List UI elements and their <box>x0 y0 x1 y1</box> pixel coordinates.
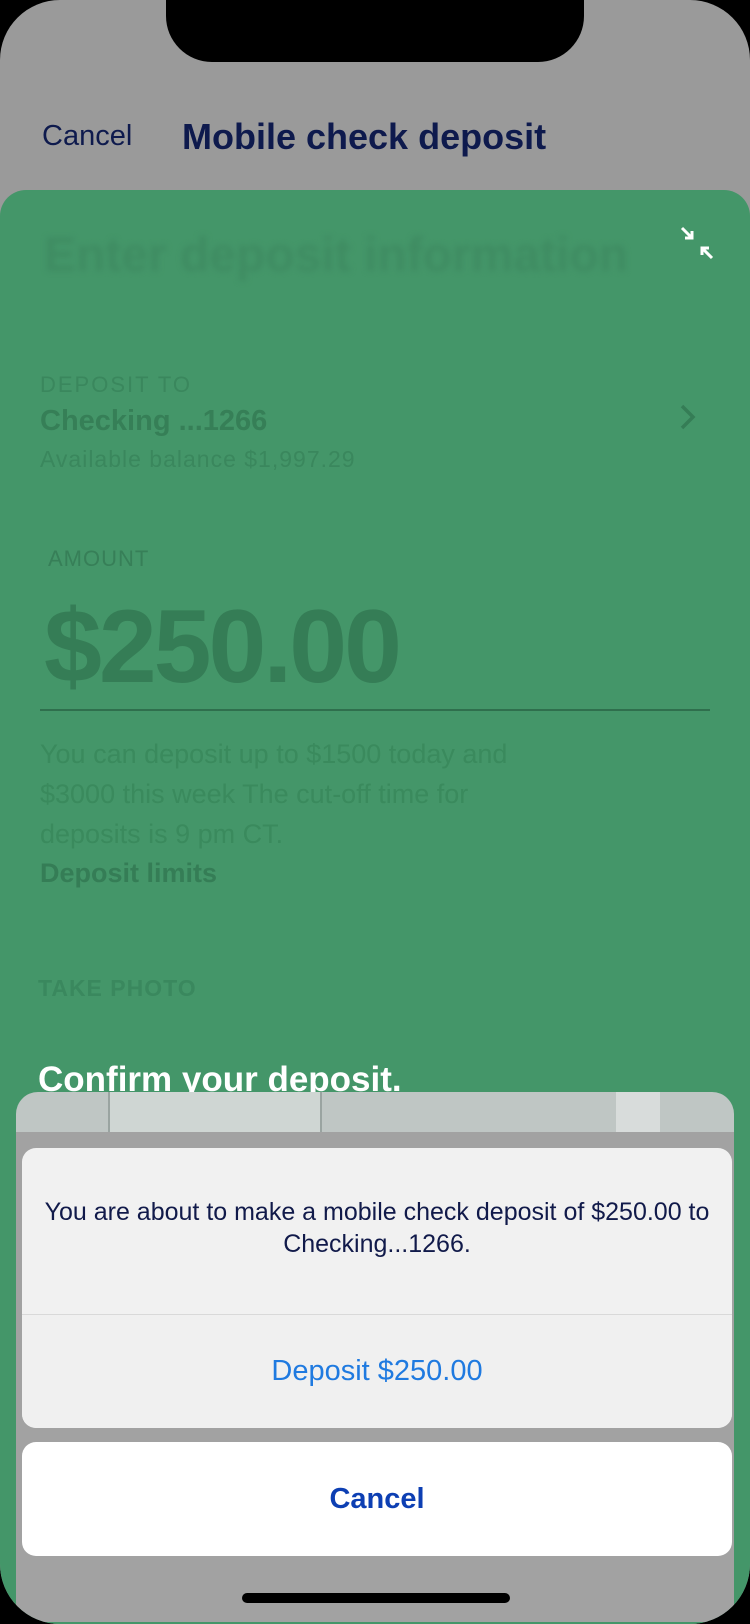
deposit-button[interactable]: Deposit $250.00 <box>22 1315 732 1428</box>
home-indicator <box>242 1593 510 1603</box>
alert-message: You are about to make a mobile check dep… <box>44 1198 710 1258</box>
collapse-arrows-icon[interactable] <box>680 226 714 260</box>
amount-label: AMOUNT <box>48 546 150 571</box>
page-title: Mobile check deposit <box>182 116 547 157</box>
amount-input[interactable]: $250.00 <box>44 588 402 707</box>
phone-screen: Cancel Mobile check deposit Enter deposi… <box>0 0 750 1624</box>
confirm-alert: You are about to make a mobile check dep… <box>22 1148 732 1428</box>
form-heading: Enter deposit information <box>44 229 629 282</box>
deposit-limits-link[interactable]: Deposit limits <box>40 858 217 889</box>
deposit-limits-text: You can deposit up to $1500 today and $3… <box>40 739 508 849</box>
amount-divider <box>40 709 710 711</box>
account-selector[interactable]: Checking ...1266 <box>40 405 267 438</box>
nav-cancel-button[interactable]: Cancel <box>42 120 132 153</box>
chevron-right-icon[interactable] <box>674 404 700 430</box>
device-notch <box>166 0 584 62</box>
cancel-button[interactable]: Cancel <box>22 1442 732 1556</box>
available-balance: Available balance $1,997.29 <box>40 446 356 472</box>
take-photo-label: TAKE PHOTO <box>38 975 197 1001</box>
deposit-to-label: DEPOSIT TO <box>40 372 193 397</box>
